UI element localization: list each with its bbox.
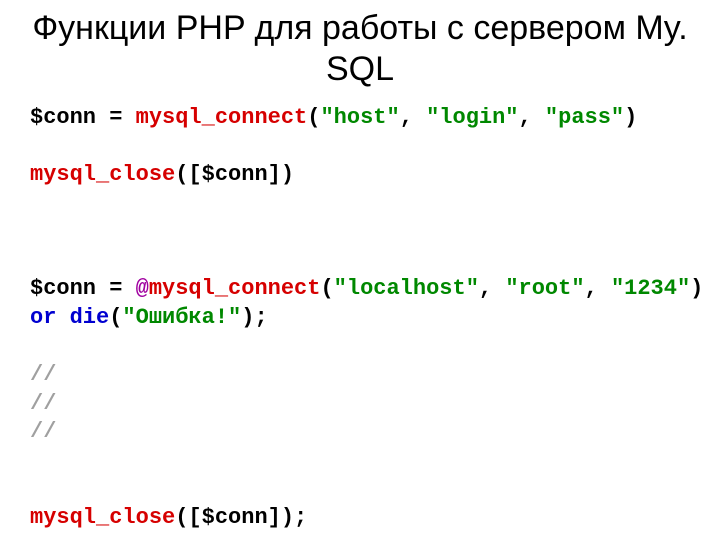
comment-line: // bbox=[30, 391, 56, 416]
slide-title: Функции PHP для работы с сервером My. SQ… bbox=[30, 8, 690, 90]
code-line-3: $conn = @mysql_connect("localhost", "roo… bbox=[30, 276, 703, 301]
comment-line: // bbox=[30, 362, 56, 387]
comment-line: // bbox=[30, 419, 56, 444]
code-line-4: or die("Ошибка!"); bbox=[30, 305, 268, 330]
code-block: $conn = mysql_connect("host", "login", "… bbox=[30, 104, 690, 533]
code-line-2: mysql_close([$conn]) bbox=[30, 162, 294, 187]
code-line-1: $conn = mysql_connect("host", "login", "… bbox=[30, 105, 637, 130]
code-line-5: mysql_close([$conn]); bbox=[30, 505, 307, 530]
